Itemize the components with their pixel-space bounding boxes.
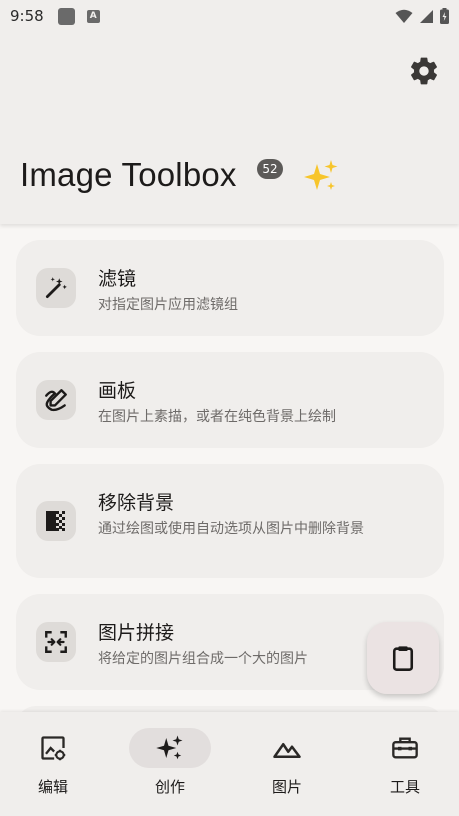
nav-pill — [364, 728, 446, 768]
card-description: 通过绘图或使用自动选项从图片中删除背景 — [98, 521, 364, 537]
nav-pill — [246, 728, 328, 768]
a-notification-icon: A — [86, 9, 100, 23]
nav-label: 图片 — [271, 778, 302, 796]
nav-label: 工具 — [389, 778, 420, 796]
card-title: 移除背景 — [98, 492, 175, 514]
card-description: 对指定图片应用滤镜组 — [98, 297, 238, 313]
nav-label: 创作 — [154, 778, 185, 796]
gear-icon — [411, 57, 437, 85]
status-time: 9:58 — [10, 7, 44, 25]
card-icon-container — [36, 268, 76, 308]
card-remove-background[interactable]: 移除背景 通过绘图或使用自动选项从图片中删除背景 — [16, 464, 444, 578]
card-filters[interactable]: 滤镜 对指定图片应用滤镜组 — [16, 240, 444, 336]
nav-pill — [12, 728, 94, 768]
bottom-navigation: 编辑 创作 图片 工具 — [0, 712, 459, 816]
version-badge: 52 — [257, 159, 283, 179]
card-title: 画板 — [98, 380, 137, 402]
card-title: 图片拼接 — [98, 622, 175, 644]
settings-button[interactable] — [405, 52, 443, 90]
signal-icon — [420, 9, 433, 23]
sparkles-emoji-icon — [304, 160, 338, 190]
wifi-icon — [395, 9, 413, 23]
nav-pill-active — [129, 728, 211, 768]
nav-item-images[interactable]: 图片 — [237, 712, 337, 816]
card-title: 滤镜 — [98, 268, 137, 290]
draw-icon — [45, 389, 67, 412]
image-edit-icon — [41, 736, 66, 761]
magic-wand-icon — [45, 277, 67, 299]
status-bar: 9:58 A — [0, 0, 459, 32]
sparkles-icon — [156, 735, 183, 760]
nav-item-edit[interactable]: 编辑 — [3, 712, 103, 816]
card-description: 将给定的图片组合成一个大的图片 — [98, 651, 308, 667]
landscape-icon — [273, 743, 301, 758]
paste-fab[interactable] — [367, 622, 439, 694]
nav-item-tools[interactable]: 工具 — [355, 712, 455, 816]
notification-icon — [57, 7, 75, 25]
clipboard-icon — [392, 646, 414, 671]
card-draw[interactable]: 画板 在图片上素描，或者在纯色背景上绘制 — [16, 352, 444, 448]
card-icon-container — [36, 380, 76, 420]
app-title: Image Toolbox — [20, 156, 237, 193]
nav-label: 编辑 — [37, 778, 68, 796]
battery-icon — [440, 8, 449, 24]
card-icon-container — [36, 501, 76, 541]
stitch-icon — [45, 631, 67, 653]
card-icon-container — [36, 622, 76, 662]
background-remove-icon — [46, 511, 65, 531]
nav-item-create[interactable]: 创作 — [120, 712, 220, 816]
card-description: 在图片上素描，或者在纯色背景上绘制 — [98, 409, 336, 425]
toolbox-icon — [392, 737, 418, 759]
